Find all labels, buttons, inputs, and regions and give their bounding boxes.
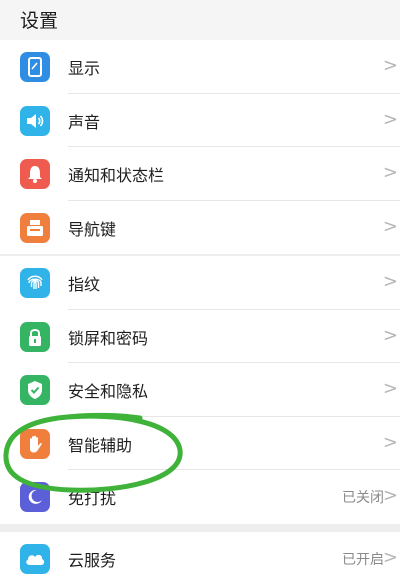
settings-item-label: 指纹	[68, 275, 101, 294]
cloud-icon	[20, 544, 50, 574]
header: 设置	[0, 0, 400, 40]
settings-item-label: 安全和隐私	[68, 382, 149, 401]
lock-icon	[20, 321, 50, 352]
settings-item-navigation-keys[interactable]: 导航键 >	[0, 201, 400, 255]
hand-icon	[20, 428, 50, 459]
settings-item-notifications[interactable]: 通知和状态栏 >	[0, 147, 400, 201]
chevron-right-icon: >	[382, 108, 398, 130]
chevron-right-icon: >	[382, 547, 398, 568]
chevron-right-icon: >	[382, 215, 398, 237]
settings-item-label: 通知和状态栏	[68, 166, 165, 185]
settings-item-label: 声音	[68, 112, 101, 132]
status-value: 已关闭	[342, 490, 384, 506]
settings-item-display[interactable]: 显示 >	[0, 40, 400, 94]
chevron-right-icon: >	[382, 271, 398, 292]
chevron-right-icon: >	[382, 485, 398, 506]
settings-item-sound[interactable]: 声音 >	[0, 94, 400, 147]
settings-item-do-not-disturb[interactable]: 免打扰 已关闭 >	[0, 470, 400, 524]
moon-icon	[20, 482, 50, 512]
settings-group-security: 指纹 > 锁屏和密码 > 安全和隐私 > 智能辅助 > 免打扰 已关闭 >	[0, 256, 400, 524]
display-icon	[20, 52, 50, 82]
chevron-right-icon: >	[382, 431, 398, 453]
settings-item-fingerprint[interactable]: 指纹 >	[0, 256, 400, 310]
settings-item-label: 显示	[68, 59, 101, 78]
fingerprint-icon	[20, 268, 50, 298]
status-value: 已开启	[342, 552, 384, 568]
settings-item-label: 云服务	[68, 551, 117, 570]
chevron-right-icon: >	[382, 324, 398, 346]
settings-item-label: 锁屏和密码	[68, 328, 149, 348]
sound-icon	[20, 105, 50, 136]
settings-item-lock-screen[interactable]: 锁屏和密码 >	[0, 310, 400, 363]
settings-item-label: 智能辅助	[68, 435, 133, 455]
settings-item-security-privacy[interactable]: 安全和隐私 >	[0, 363, 400, 417]
chevron-right-icon: >	[382, 378, 398, 399]
page-title: 设置	[20, 10, 59, 32]
settings-group-cloud: 云服务 已开启 >	[0, 532, 400, 585]
settings-group-display-sound: 显示 > 声音 > 通知和状态栏 > 导航键 >	[0, 40, 400, 254]
shield-icon	[20, 375, 50, 405]
settings-item-label: 免打扰	[68, 489, 117, 508]
settings-item-cloud-service[interactable]: 云服务 已开启 >	[0, 532, 400, 585]
bell-icon	[20, 159, 50, 189]
settings-item-label: 导航键	[68, 219, 117, 239]
chevron-right-icon: >	[382, 162, 398, 183]
settings-item-smart-assistance[interactable]: 智能辅助 >	[0, 417, 400, 470]
chevron-right-icon: >	[382, 55, 398, 76]
navigation-key-icon	[20, 212, 50, 243]
